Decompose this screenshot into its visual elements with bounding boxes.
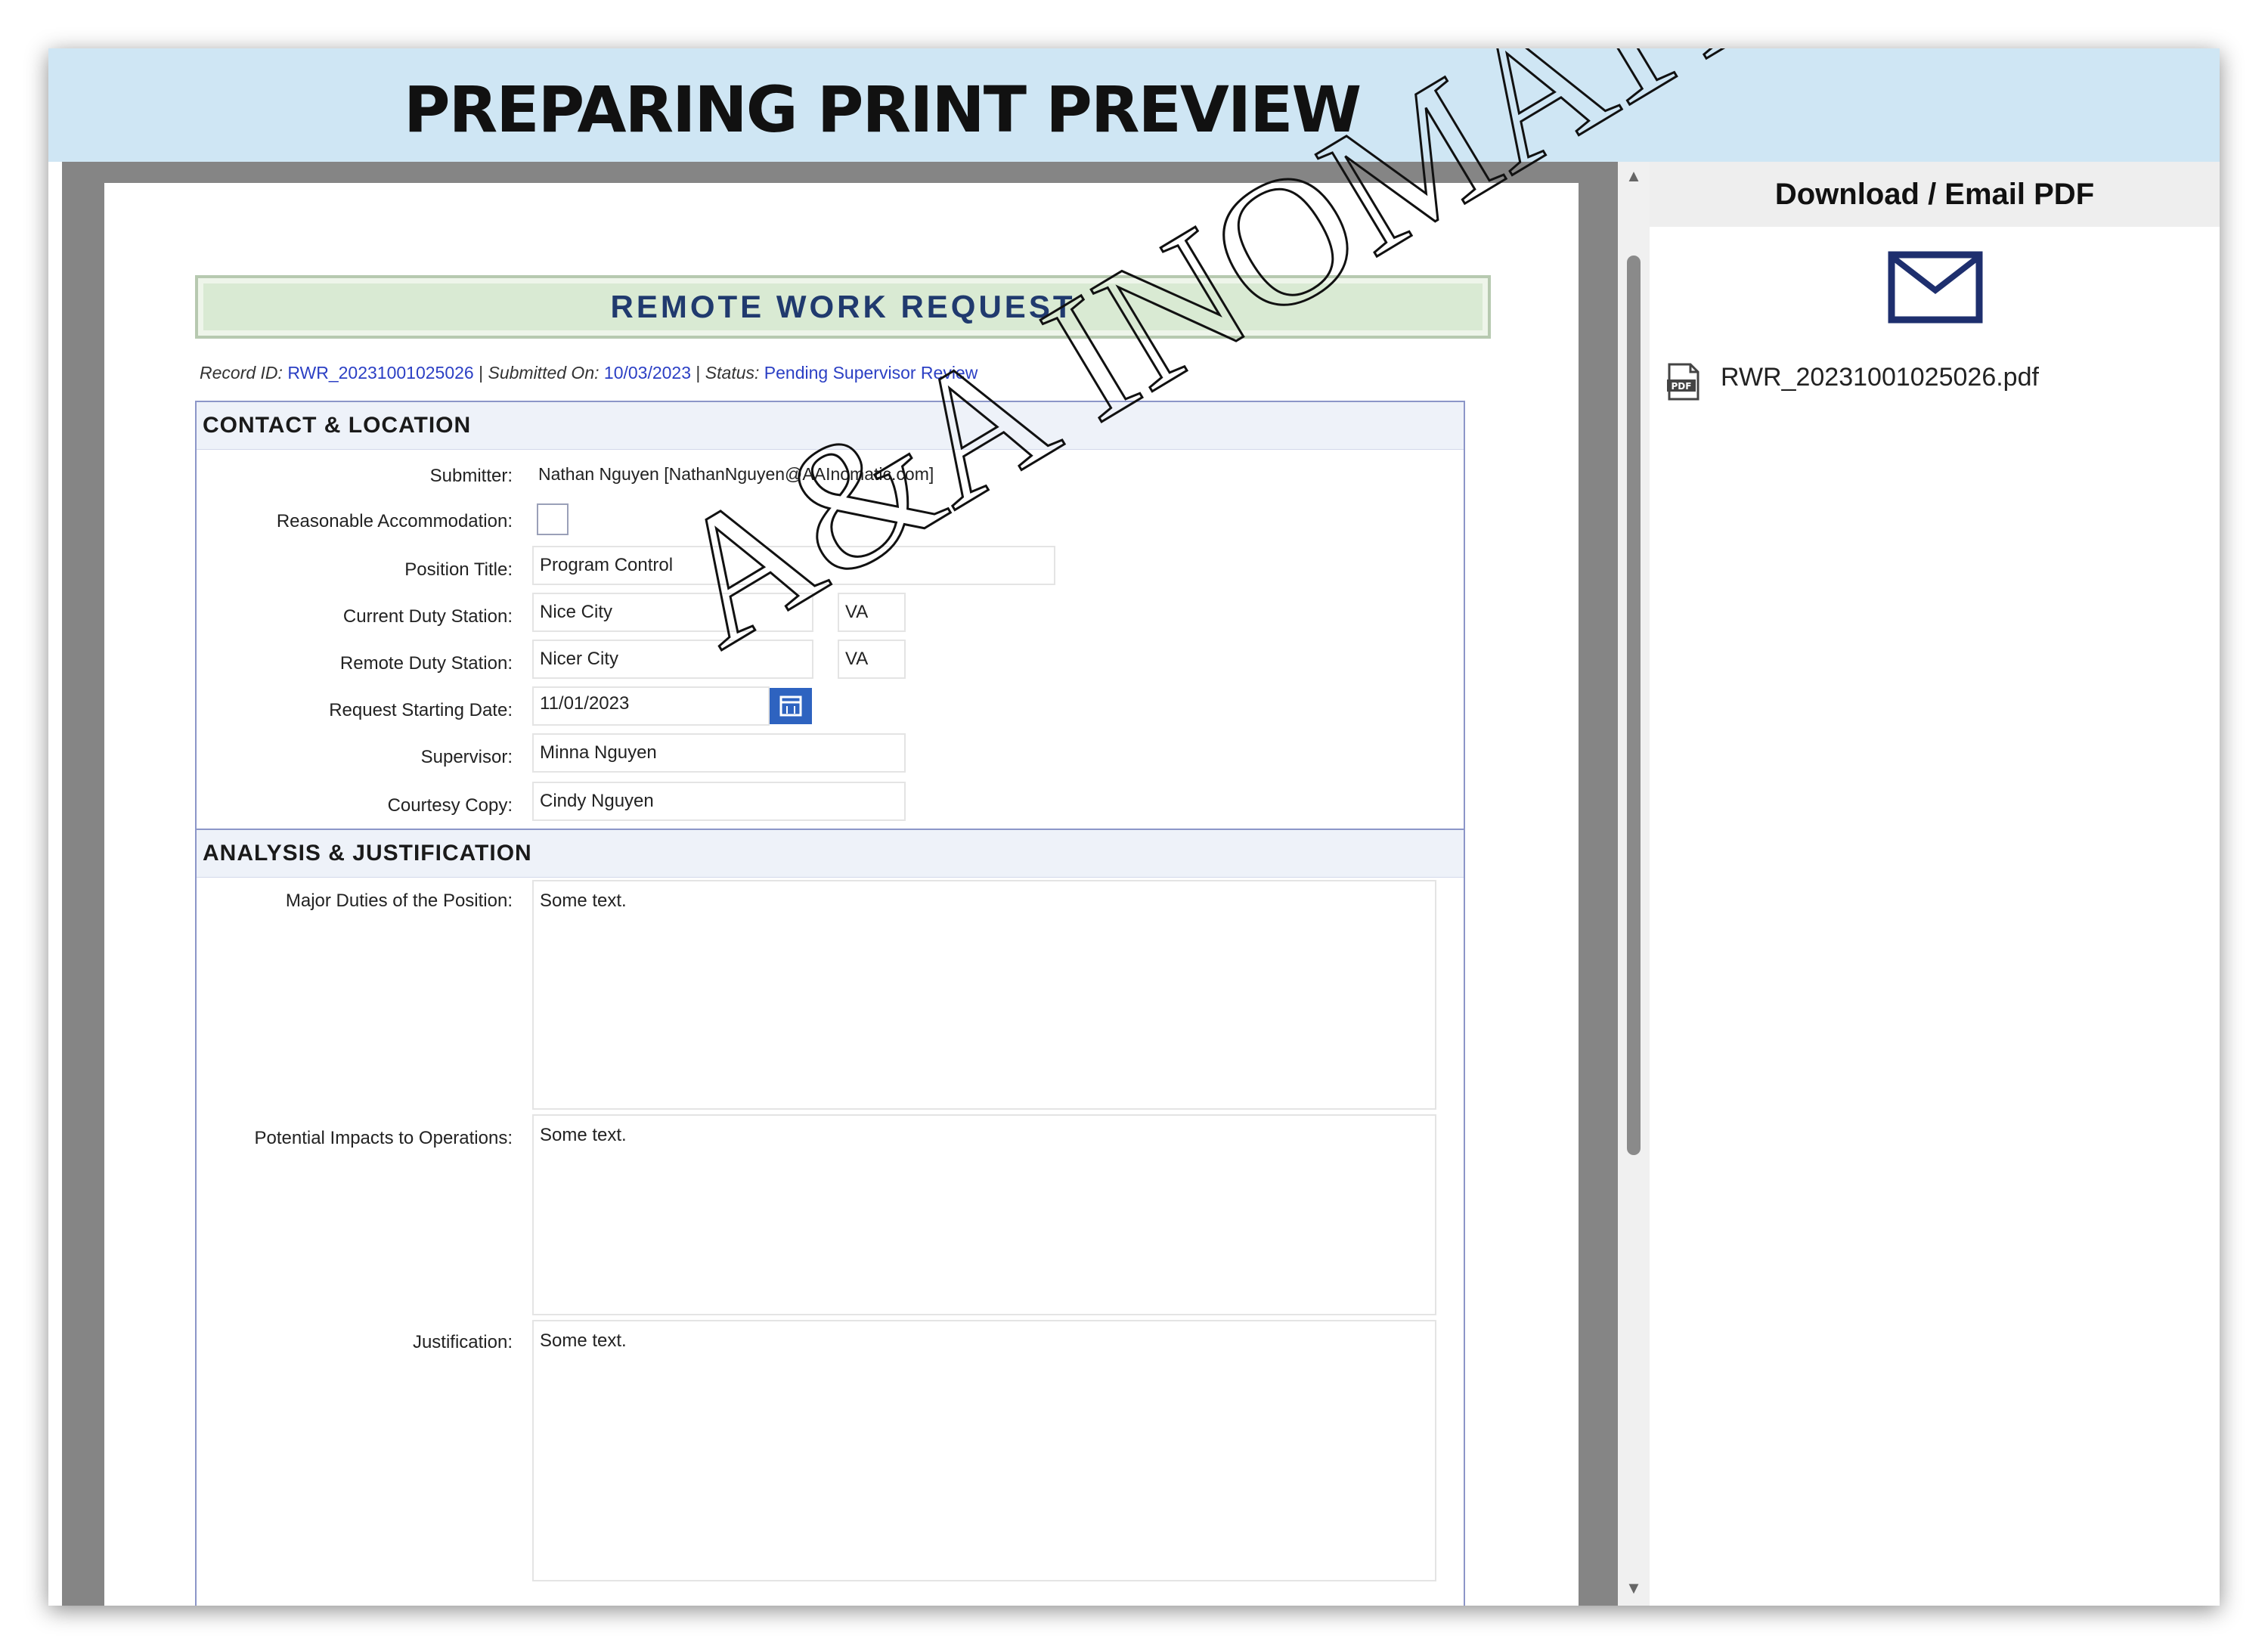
accommodation-checkbox[interactable] bbox=[537, 503, 569, 535]
meta-separator: | bbox=[696, 363, 701, 383]
start-date-field[interactable]: 11/01/2023 bbox=[532, 686, 770, 726]
position-title-label: Position Title: bbox=[404, 559, 513, 580]
pdf-file-icon[interactable]: PDF bbox=[1666, 363, 1701, 401]
justification-label: Justification: bbox=[412, 1332, 513, 1352]
submitted-label: Submitted On: bbox=[488, 363, 600, 383]
supervisor-label: Supervisor: bbox=[420, 747, 513, 767]
svg-text:PDF: PDF bbox=[1672, 381, 1692, 392]
courtesy-copy-label: Courtesy Copy: bbox=[387, 795, 513, 816]
status-label: Status: bbox=[705, 363, 760, 383]
courtesy-copy-field[interactable]: Cindy Nguyen bbox=[532, 782, 906, 821]
preview-banner: PREPARING PRINT PREVIEW bbox=[48, 48, 2220, 162]
major-duties-field[interactable]: Some text. bbox=[532, 880, 1436, 1110]
date-picker-button[interactable] bbox=[770, 688, 812, 724]
viewer-scrollbar[interactable]: ▲ ▼ bbox=[1618, 162, 1650, 1606]
submitted-date: 10/03/2023 bbox=[603, 363, 692, 383]
scroll-thumb[interactable] bbox=[1627, 256, 1641, 1155]
banner-title: PREPARING PRINT PREVIEW bbox=[404, 73, 1362, 147]
analysis-justification-section: ANALYSIS & JUSTIFICATION Major Duties of… bbox=[195, 829, 1465, 1606]
calendar-icon bbox=[779, 695, 802, 717]
mail-icon[interactable] bbox=[1888, 251, 1983, 324]
pdf-file-link[interactable]: RWR_20231001025026.pdf bbox=[1721, 363, 2039, 392]
download-email-panel: Download / Email PDF PDF RWR_20231001025… bbox=[1650, 162, 2220, 1606]
record-id-label: Record ID: bbox=[200, 363, 283, 383]
potential-impacts-field[interactable]: Some text. bbox=[532, 1114, 1436, 1315]
potential-impacts-label: Potential Impacts to Operations: bbox=[254, 1128, 513, 1148]
current-duty-station-label: Current Duty Station: bbox=[342, 606, 513, 627]
remote-duty-station-label: Remote Duty Station: bbox=[339, 653, 513, 674]
remote-state-field[interactable]: VA bbox=[838, 640, 906, 679]
accommodation-label: Reasonable Accommodation: bbox=[276, 511, 513, 531]
submitter-label: Submitter: bbox=[429, 466, 513, 486]
justification-field[interactable]: Some text. bbox=[532, 1320, 1436, 1581]
meta-separator: | bbox=[479, 363, 484, 383]
analysis-section-heading: ANALYSIS & JUSTIFICATION bbox=[197, 830, 1464, 878]
record-id: RWR_20231001025026 bbox=[287, 363, 474, 383]
supervisor-field[interactable]: Minna Nguyen bbox=[532, 733, 906, 773]
start-date-label: Request Starting Date: bbox=[329, 700, 513, 720]
panel-header: Download / Email PDF bbox=[1650, 162, 2220, 227]
scroll-down-icon[interactable]: ▼ bbox=[1618, 1577, 1650, 1600]
print-preview-window: PREPARING PRINT PREVIEW REMOTE WORK REQU… bbox=[48, 48, 2220, 1606]
major-duties-label: Major Duties of the Position: bbox=[285, 891, 513, 911]
